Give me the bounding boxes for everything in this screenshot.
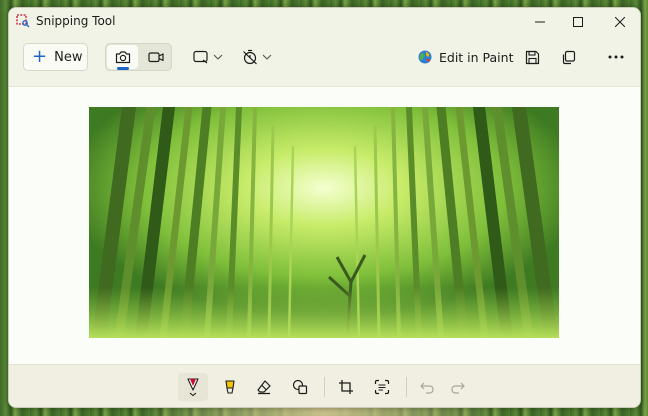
edit-in-paint-label: Edit in Paint <box>439 49 514 65</box>
more-icon <box>608 55 624 59</box>
screenshot-mode-button[interactable] <box>107 45 138 70</box>
camera-icon <box>115 51 130 64</box>
shapes-button[interactable] <box>285 373 315 401</box>
undo-icon <box>420 382 434 394</box>
redo-button[interactable] <box>443 373 473 401</box>
snip-shape-dropdown[interactable] <box>193 45 223 69</box>
ballpoint-pen-icon <box>187 378 199 397</box>
close-icon <box>615 17 625 27</box>
rectangle-snip-icon <box>193 50 208 64</box>
undo-button[interactable] <box>412 373 442 401</box>
chevron-down-icon <box>213 54 223 60</box>
markup-toolbar <box>9 364 640 407</box>
maximize-icon <box>573 17 583 27</box>
minimize-icon <box>535 21 545 23</box>
snipping-tool-window: Snipping Tool + New Edit in Paint <box>8 7 641 408</box>
mode-switch <box>105 43 172 71</box>
crop-icon <box>339 380 353 394</box>
minimize-button[interactable] <box>520 8 560 36</box>
toolbar: + New Edit in Paint <box>9 36 640 86</box>
copy-icon <box>562 50 576 64</box>
capture-canvas <box>9 86 640 365</box>
ballpoint-pen-button[interactable] <box>178 373 208 401</box>
window-title: Snipping Tool <box>36 14 116 28</box>
delay-dropdown[interactable] <box>242 45 272 69</box>
eraser-icon <box>257 380 271 395</box>
close-button[interactable] <box>600 8 640 36</box>
snipping-tool-icon <box>16 14 30 28</box>
redo-icon <box>451 382 465 394</box>
toolbar-divider <box>406 377 407 397</box>
edit-in-paint-button[interactable]: Edit in Paint <box>417 46 513 68</box>
new-button[interactable]: + New <box>23 43 88 71</box>
crop-button[interactable] <box>331 373 361 401</box>
eraser-button[interactable] <box>249 373 279 401</box>
save-icon <box>525 50 540 64</box>
toolbar-divider <box>324 377 325 397</box>
video-mode-button[interactable] <box>140 45 171 69</box>
copy-button[interactable] <box>561 45 576 69</box>
title-bar: Snipping Tool <box>9 8 640 36</box>
video-camera-icon <box>147 52 164 63</box>
plus-icon: + <box>32 46 48 67</box>
chevron-down-icon <box>262 54 272 60</box>
highlighter-button[interactable] <box>215 373 245 401</box>
text-actions-button[interactable] <box>367 373 397 401</box>
text-actions-icon <box>374 379 390 395</box>
timer-off-icon <box>243 49 257 65</box>
shapes-icon <box>292 379 308 395</box>
new-button-label: New <box>54 49 83 65</box>
highlighter-icon <box>225 380 235 394</box>
active-indicator <box>117 67 129 70</box>
captured-bamboo-image <box>89 107 559 338</box>
more-options-button[interactable] <box>608 45 624 69</box>
maximize-button[interactable] <box>558 8 598 36</box>
save-button[interactable] <box>525 45 540 69</box>
paint-globe-icon <box>418 50 432 64</box>
